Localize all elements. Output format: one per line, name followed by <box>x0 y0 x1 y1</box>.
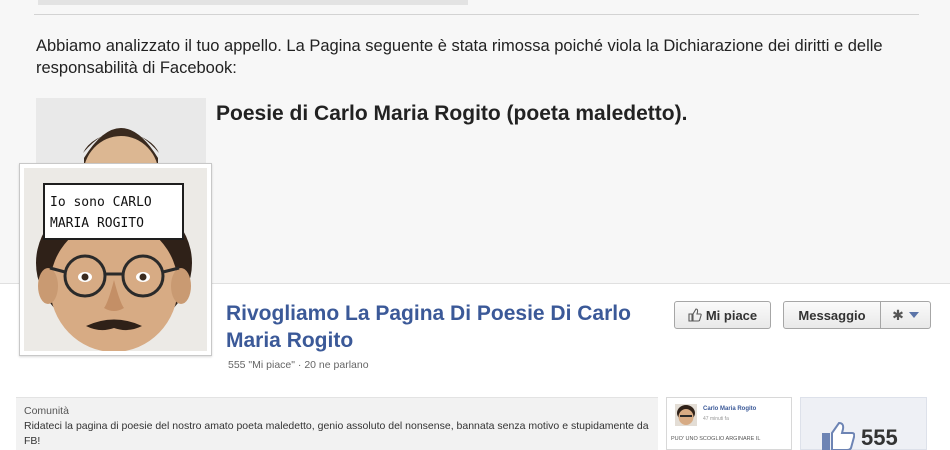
like-button-label: Mi piace <box>705 307 758 323</box>
page-title[interactable]: Rivogliamo La Pagina Di Poesie Di Carlo … <box>226 300 646 354</box>
likes-count: 555 <box>861 425 898 450</box>
chevron-down-icon <box>908 312 919 318</box>
post-timestamp: 47 minuti fa <box>703 416 729 422</box>
settings-dropdown-button[interactable]: ✱ <box>880 301 931 329</box>
divider <box>34 14 919 15</box>
post-author[interactable]: Carlo Maria Rogito <box>703 406 756 412</box>
message-button-label: Messaggio <box>798 307 866 323</box>
thumbs-up-icon <box>688 308 702 322</box>
gear-icon: ✱ <box>892 306 904 323</box>
likes-counter[interactable]: 555 <box>800 397 927 450</box>
notice-message: Abbiamo analizzato il tuo appello. La Pa… <box>36 37 883 77</box>
page-category[interactable]: Comunità <box>24 405 650 417</box>
post-avatar <box>675 404 697 426</box>
page-description: Ridateci la pagina di poesie del nostro … <box>24 420 649 447</box>
message-button[interactable]: Messaggio <box>783 301 881 329</box>
thumbs-up-icon <box>822 421 855 450</box>
profile-picture[interactable]: Io sono CARLO MARIA ROGITO <box>19 163 212 356</box>
like-button[interactable]: Mi piace <box>674 301 771 329</box>
sign-line-1: Io sono CARLO <box>50 195 152 210</box>
avatar: Io sono CARLO MARIA ROGITO <box>24 168 207 351</box>
about-section: Comunità Ridateci la pagina di poesie de… <box>16 397 658 450</box>
page-stats: 555 "Mi piace" · 20 ne parlano <box>228 359 369 371</box>
recent-post-preview[interactable]: Carlo Maria Rogito 47 minuti fa PUO' UNO… <box>666 397 792 450</box>
removed-page-title[interactable]: Poesie di Carlo Maria Rogito (poeta male… <box>216 102 687 126</box>
sign-line-2: MARIA ROGITO <box>50 216 144 231</box>
cropped-text-fragment <box>38 0 468 5</box>
post-text: PUO' UNO SCOGLIO ARGINARE IL <box>671 436 761 442</box>
